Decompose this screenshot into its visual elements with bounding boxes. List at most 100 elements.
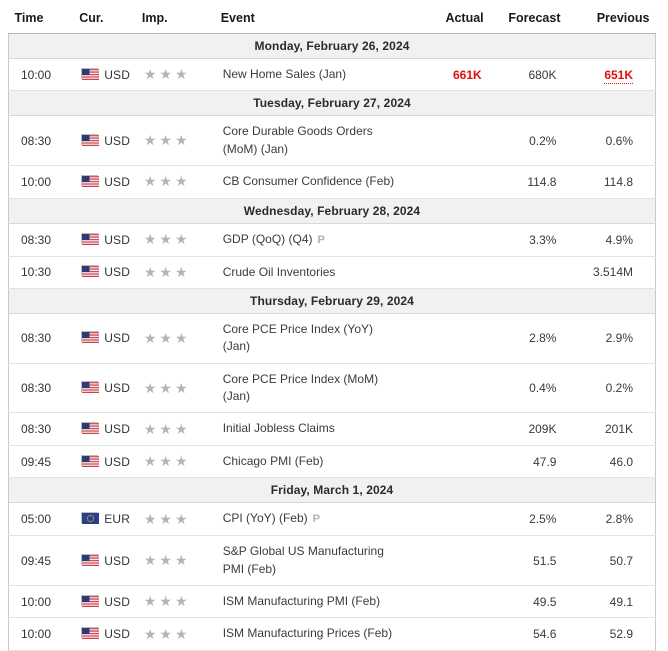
- event-name[interactable]: Core PCE Price Index (YoY) (Jan): [223, 321, 411, 356]
- table-row[interactable]: 10:00 USD ★ ★ ★ New Home Sales (Jan) 661K 680K 6…: [8, 58, 657, 92]
- table-row[interactable]: 09:45 USD ★ ★ ★ Chicago PMI (Feb) 47.9 46.0: [8, 445, 657, 479]
- forecast-value: 0.2%: [529, 133, 557, 148]
- importance-star: ★: [143, 329, 157, 346]
- cell-event[interactable]: CB Consumer Confidence (Feb): [214, 165, 417, 199]
- column-header-event[interactable]: Event: [214, 6, 417, 34]
- column-header-actual[interactable]: Actual: [416, 6, 490, 34]
- forecast-value: 49.5: [533, 594, 557, 609]
- column-header-forecast[interactable]: Forecast: [489, 6, 567, 34]
- cell-importance[interactable]: ★ ★ ★: [135, 617, 215, 651]
- cell-importance[interactable]: ★ ★ ★: [135, 313, 215, 364]
- eu-flag-icon: [81, 512, 100, 525]
- us-flag-icon: [81, 594, 100, 607]
- cell-event[interactable]: Core PCE Price Index (YoY) (Jan): [214, 313, 417, 364]
- cell-importance[interactable]: ★ ★ ★: [135, 585, 215, 619]
- us-flag-icon: [81, 627, 100, 640]
- event-name[interactable]: ISM Manufacturing Prices (Feb): [223, 625, 411, 642]
- cell-event[interactable]: ISM Manufacturing Prices (Feb): [214, 617, 417, 651]
- importance-rating[interactable]: ★ ★ ★: [144, 422, 191, 436]
- forecast-value: 680K: [528, 67, 557, 82]
- event-name[interactable]: Crude Oil Inventories: [223, 264, 411, 281]
- table-row[interactable]: 10:00 USD ★ ★ ★ ISM Manufacturing Prices (Feb…: [8, 617, 657, 651]
- table-row[interactable]: 10:30 USD ★ ★ ★ Crude Oil Inventories 3.514M: [8, 256, 657, 289]
- importance-star: ★: [159, 510, 172, 527]
- cell-time: 08:30: [8, 412, 74, 446]
- table-row[interactable]: 10:00 USD ★ ★ ★ CB Consumer Confidence (Feb) 1…: [8, 165, 657, 199]
- event-name[interactable]: Initial Jobless Claims: [223, 420, 411, 437]
- table-row[interactable]: 09:45 USD ★ ★ ★ S&P Global US Manufacturing PM…: [8, 535, 657, 586]
- event-name[interactable]: Chicago PMI (Feb): [223, 453, 411, 470]
- cell-importance[interactable]: ★ ★ ★: [135, 363, 215, 414]
- previous-value: 0.6%: [605, 133, 633, 148]
- cell-importance[interactable]: ★ ★ ★: [135, 535, 215, 586]
- importance-rating[interactable]: ★ ★ ★: [144, 512, 191, 526]
- currency-code: USD: [104, 331, 131, 346]
- date-separator-row: Monday, February 26, 2024: [8, 33, 656, 59]
- importance-rating[interactable]: ★ ★ ★: [144, 594, 191, 608]
- importance-rating[interactable]: ★ ★ ★: [144, 67, 191, 81]
- table-row[interactable]: 08:30 USD ★ ★ ★ Core PCE Price Index (MoM) (Ja…: [8, 363, 657, 414]
- cell-previous: 49.1: [566, 585, 657, 619]
- cell-actual: [416, 617, 490, 651]
- importance-rating[interactable]: ★ ★ ★: [144, 232, 191, 246]
- cell-time: 08:30: [8, 363, 74, 414]
- cell-importance[interactable]: ★ ★ ★: [135, 58, 215, 92]
- event-name[interactable]: CB Consumer Confidence (Feb): [223, 173, 411, 190]
- cell-event[interactable]: Core Durable Goods Orders (MoM) (Jan): [214, 115, 417, 167]
- event-name[interactable]: Core PCE Price Index (MoM) (Jan): [223, 371, 411, 406]
- importance-rating[interactable]: ★ ★ ★: [144, 331, 191, 345]
- importance-rating[interactable]: ★ ★ ★: [144, 454, 191, 468]
- table-header-row: Time Cur. Imp. Event Actual Forecast Pre…: [8, 6, 656, 34]
- cell-event[interactable]: CPI (YoY) (Feb) P: [214, 502, 417, 537]
- column-header-time[interactable]: Time: [8, 6, 74, 34]
- importance-rating[interactable]: ★ ★ ★: [144, 265, 191, 279]
- currency-code: USD: [104, 133, 131, 148]
- cell-actual: [416, 445, 490, 479]
- event-text: CPI (YoY) (Feb): [222, 511, 308, 526]
- cell-event[interactable]: S&P Global US Manufacturing PMI (Feb): [214, 535, 417, 586]
- cell-importance[interactable]: ★ ★ ★: [135, 165, 215, 199]
- cell-importance[interactable]: ★ ★ ★: [135, 115, 215, 167]
- importance-rating[interactable]: ★ ★ ★: [144, 381, 191, 395]
- importance-star: ★: [174, 66, 188, 83]
- table-row[interactable]: 08:30 USD ★ ★ ★ Initial Jobless Claims 209K 201…: [8, 412, 657, 446]
- cell-event[interactable]: ISM Manufacturing PMI (Feb): [214, 585, 417, 619]
- preliminary-marker-icon: P: [312, 513, 320, 526]
- importance-rating[interactable]: ★ ★ ★: [144, 174, 191, 188]
- cell-importance[interactable]: ★ ★ ★: [135, 256, 215, 289]
- cell-importance[interactable]: ★ ★ ★: [135, 445, 215, 479]
- cell-time: 09:45: [8, 535, 74, 586]
- event-name[interactable]: Core Durable Goods Orders (MoM) (Jan): [223, 123, 411, 158]
- cell-event[interactable]: Initial Jobless Claims: [214, 412, 417, 446]
- table-row[interactable]: 05:00 EUR ★ ★ ★ CPI (YoY) (Feb) P 2.5% 2.8%: [8, 502, 657, 537]
- importance-star: ★: [159, 66, 172, 83]
- cell-importance[interactable]: ★ ★ ★: [135, 223, 215, 257]
- importance-rating[interactable]: ★ ★ ★: [144, 553, 191, 567]
- event-name[interactable]: S&P Global US Manufacturing PMI (Feb): [223, 543, 411, 578]
- table-row[interactable]: 08:30 USD ★ ★ ★ Core Durable Goods Orders (MoM…: [8, 115, 657, 167]
- event-name[interactable]: New Home Sales (Jan): [223, 66, 411, 83]
- cell-event[interactable]: Chicago PMI (Feb): [214, 445, 417, 479]
- column-header-importance[interactable]: Imp.: [135, 6, 215, 34]
- cell-event[interactable]: Crude Oil Inventories: [214, 256, 417, 289]
- cell-importance[interactable]: ★ ★ ★: [135, 412, 215, 446]
- previous-value: 3.514M: [592, 265, 633, 280]
- previous-value: 201K: [604, 422, 633, 437]
- cell-time: 10:00: [8, 165, 74, 199]
- event-name[interactable]: ISM Manufacturing PMI (Feb): [223, 593, 411, 610]
- table-row[interactable]: 08:30 USD ★ ★ ★ Core PCE Price Index (YoY) (Ja…: [8, 313, 657, 364]
- importance-star: ★: [159, 379, 172, 396]
- column-header-currency[interactable]: Cur.: [73, 6, 136, 34]
- table-row[interactable]: 10:00 USD ★ ★ ★ ISM Manufacturing PMI (Feb) 49…: [8, 585, 657, 619]
- cell-event[interactable]: Core PCE Price Index (MoM) (Jan): [214, 363, 417, 414]
- table-row[interactable]: 08:30 USD ★ ★ ★ GDP (QoQ) (Q4) P 3.3% 4.9%: [8, 223, 657, 257]
- event-text: GDP (QoQ) (Q4): [222, 231, 313, 246]
- importance-rating[interactable]: ★ ★ ★: [144, 133, 191, 147]
- column-header-previous[interactable]: Previous: [566, 6, 656, 34]
- cell-time: 05:00: [8, 502, 74, 537]
- cell-importance[interactable]: ★ ★ ★: [135, 502, 215, 537]
- cell-previous: 46.0: [566, 445, 657, 479]
- cell-event[interactable]: New Home Sales (Jan): [214, 58, 417, 92]
- cell-event[interactable]: GDP (QoQ) (Q4) P: [214, 223, 417, 257]
- importance-rating[interactable]: ★ ★ ★: [144, 627, 191, 641]
